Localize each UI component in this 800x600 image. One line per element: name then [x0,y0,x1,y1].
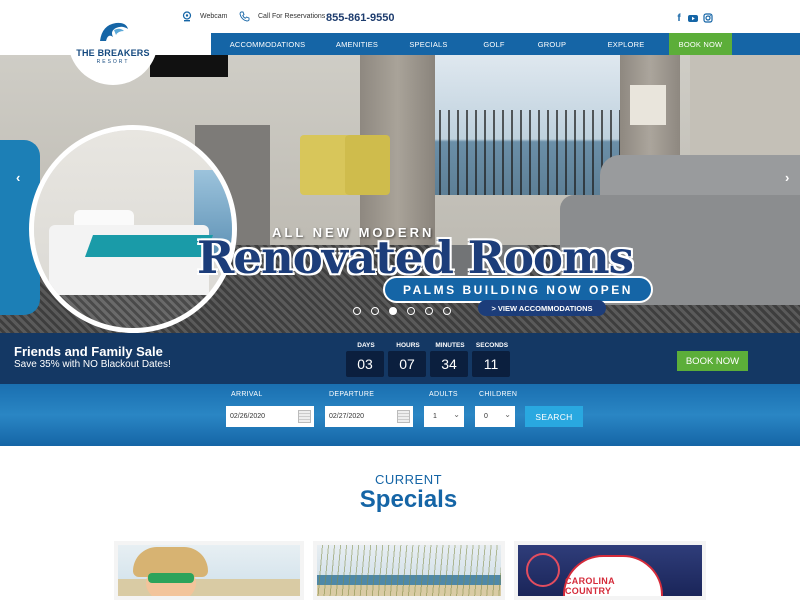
slider-dot[interactable] [425,307,433,315]
calendar-icon[interactable] [298,410,311,423]
special-card[interactable]: CAROLINA COUNTRY [514,541,706,600]
arrival-label: ARRIVAL [231,391,263,398]
phone-number[interactable]: 855-861-9550 [326,12,395,24]
reservations-label: Call For Reservations [258,13,326,20]
countdown-minutes: MINUTES 34 [430,342,470,377]
chevron-down-icon: ⌄ [504,410,511,419]
webcam-label: Webcam [200,13,228,20]
nav-item-specials[interactable]: SPECIALS [390,33,467,55]
youtube-icon[interactable] [688,13,698,23]
chevron-down-icon: ⌄ [453,410,460,419]
chevron-right-icon[interactable]: › [785,170,789,185]
specials-eyebrow: CURRENT [374,472,443,487]
departure-label: DEPARTURE [329,391,375,398]
slider-dot[interactable] [371,307,379,315]
phone-icon [239,11,250,22]
special-card[interactable] [313,541,505,600]
calendar-icon[interactable] [397,410,410,423]
nav-item-group[interactable]: GROUP [521,33,583,55]
countdown-days: DAYS 03 [346,342,386,377]
nav-item-explore[interactable]: EXPLORE [583,33,669,55]
wave-logo-icon [100,22,128,41]
hero-slider: ‹ › ALL NEW MODERN Renovated Rooms PALMS… [0,55,800,333]
slider-dot[interactable] [407,307,415,315]
adults-label: ADULTS [429,391,458,398]
facebook-icon[interactable]: f [674,13,684,24]
slider-dot-active[interactable] [389,307,397,315]
specials-title: Specials [359,486,458,513]
logo-subtitle: RESORT [96,59,130,65]
countdown-hours: HOURS 07 [388,342,428,377]
instagram-icon[interactable] [703,13,713,23]
sale-book-now-button[interactable]: BOOK NOW [677,351,748,371]
sale-title: Friends and Family Sale [14,344,163,359]
nav-item-amenities[interactable]: AMENITIES [324,33,390,55]
sale-subtitle: Save 35% with NO Blackout Dates! [14,359,171,370]
webcam-icon [182,11,192,22]
departure-date-input[interactable]: 02/27/2020 [325,406,413,427]
slider-dots [353,307,451,315]
view-accommodations-button[interactable]: > VIEW ACCOMMODATIONS [478,300,606,316]
webcam-link[interactable]: Webcam [182,11,228,22]
search-button[interactable]: SEARCH [525,406,583,427]
hero-inset-photo [29,125,237,333]
nav-item-golf[interactable]: GOLF [467,33,521,55]
nav-book-now-button[interactable]: BOOK NOW [669,33,732,55]
countdown-seconds: SECONDS 11 [472,342,512,377]
reservations-link[interactable]: Call For Reservations [239,11,325,22]
slider-dot[interactable] [443,307,451,315]
arrival-date-input[interactable]: 02/26/2020 [226,406,314,427]
main-nav: ACCOMMODATIONS AMENITIES SPECIALS GOLF G… [211,33,800,55]
special-card[interactable] [114,541,304,600]
chevron-left-icon[interactable]: ‹ [16,170,20,185]
adults-select[interactable]: 1 ⌄ [424,406,464,427]
slider-dot[interactable] [353,307,361,315]
logo-title: THE BREAKERS [76,48,150,58]
children-select[interactable]: 0 ⌄ [475,406,515,427]
event-logo: CAROLINA COUNTRY [563,555,663,596]
hero-banner: PALMS BUILDING NOW OPEN [383,276,653,303]
nav-item-accommodations[interactable]: ACCOMMODATIONS [211,33,324,55]
ferris-wheel-icon [526,553,560,587]
children-label: CHILDREN [479,391,518,398]
